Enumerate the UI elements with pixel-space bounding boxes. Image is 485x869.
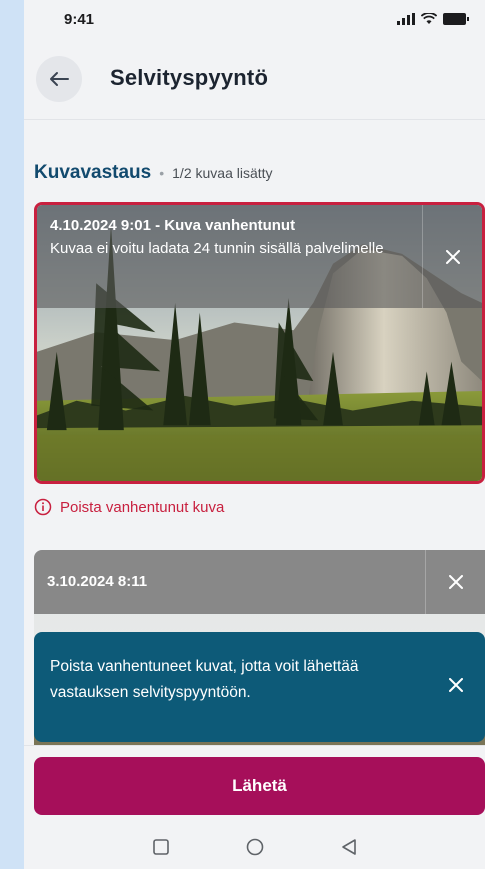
photo-title: 4.10.2024 9:01 - Kuva vanhentunut (50, 217, 296, 234)
phone-screen: 9:41 Selvityspyyntö Kuvavastaus • 1/2 ku… (24, 0, 485, 869)
wifi-icon (421, 13, 437, 24)
back-nav-button[interactable] (334, 832, 364, 862)
page-title: Selvityspyyntö (110, 65, 269, 90)
info-circle-icon (34, 498, 52, 516)
photo-message: Kuvaa ei voitu ladata 24 tunnin sisällä … (50, 240, 384, 257)
close-icon (449, 678, 463, 692)
photo-card-expired: 4.10.2024 9:01 - Kuva vanhentunut Kuvaa … (34, 202, 485, 484)
signal-icon (397, 13, 415, 25)
app-header: Selvityspyyntö (24, 38, 485, 120)
photo-info-text: 3.10.2024 8:11 (47, 571, 415, 593)
section-header: Kuvavastaus • 1/2 kuvaa lisätty (34, 162, 273, 184)
photo-count: 1/2 kuvaa lisätty (172, 165, 273, 181)
square-icon (152, 839, 169, 855)
arrow-left-icon (50, 72, 69, 86)
error-text: Poista vanhentunut kuva (60, 498, 225, 516)
remove-photo-button[interactable] (422, 205, 482, 308)
close-icon (448, 575, 463, 589)
snackbar-text: Poista vanhentuneet kuvat, jotta voit lä… (50, 658, 359, 701)
status-icons (397, 13, 469, 25)
triangle-back-icon (341, 839, 356, 855)
screen: 9:41 Selvityspyyntö Kuvavastaus • 1/2 ku… (0, 0, 485, 869)
photo-info-overlay: 4.10.2024 9:01 - Kuva vanhentunut Kuvaa … (37, 205, 482, 308)
close-icon (445, 249, 460, 264)
battery-icon (443, 13, 469, 25)
status-bar: 9:41 (24, 0, 485, 38)
system-navigation-bar (24, 825, 485, 869)
snackbar-notification: Poista vanhentuneet kuvat, jotta voit lä… (34, 632, 485, 742)
circle-icon (246, 838, 263, 856)
section-title: Kuvavastaus (34, 162, 152, 183)
error-message: Poista vanhentunut kuva (34, 498, 224, 516)
back-button[interactable] (36, 56, 82, 102)
section-separator: • (159, 165, 165, 181)
remove-photo-button[interactable] (425, 550, 485, 614)
recent-apps-button[interactable] (146, 832, 176, 862)
photo-info-text: 4.10.2024 9:01 - Kuva vanhentunut Kuvaa … (50, 215, 412, 260)
dismiss-snackbar-button[interactable] (441, 670, 471, 700)
photo-info-overlay: 3.10.2024 8:11 (34, 550, 485, 614)
home-button[interactable] (240, 832, 270, 862)
send-button[interactable]: Lähetä (34, 757, 485, 815)
photo-title: 3.10.2024 8:11 (47, 573, 148, 590)
status-time: 9:41 (64, 10, 95, 28)
background-strip (0, 0, 24, 869)
